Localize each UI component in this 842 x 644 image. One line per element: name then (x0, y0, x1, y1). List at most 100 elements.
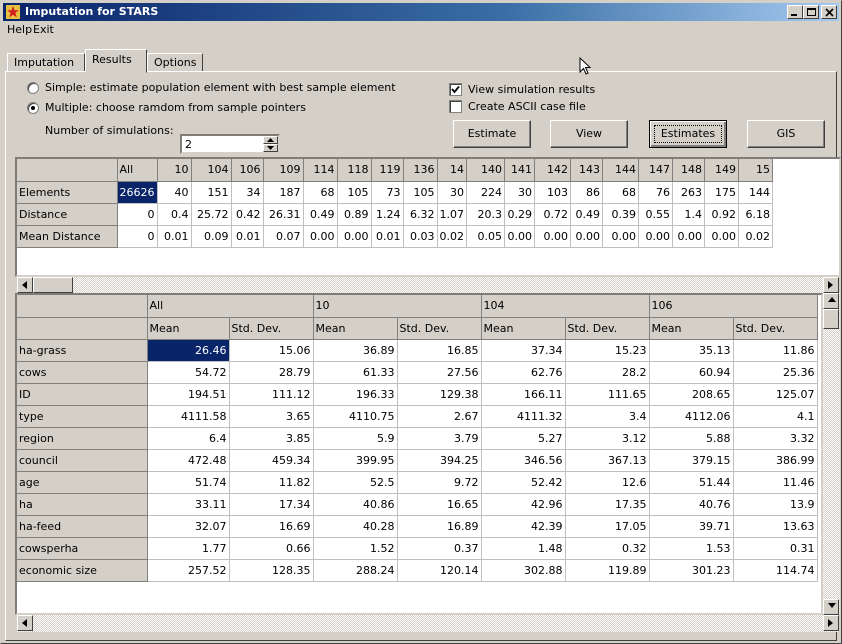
data-cell[interactable]: 1.07 (437, 203, 467, 226)
data-cell[interactable]: 28.79 (229, 361, 314, 384)
data-cell[interactable]: 25.36 (733, 361, 818, 384)
data-cell[interactable]: 54.72 (147, 361, 230, 384)
data-cell[interactable]: 5.9 (313, 427, 398, 450)
data-cell[interactable]: 28.2 (565, 361, 650, 384)
vertical-scroll-thumb[interactable] (823, 309, 839, 329)
data-cell[interactable]: 34 (231, 181, 264, 204)
data-cell[interactable]: 76 (638, 181, 673, 204)
data-cell[interactable]: 51.44 (649, 471, 734, 494)
scroll-right-icon[interactable] (823, 277, 839, 293)
data-cell[interactable]: 0.31 (733, 537, 818, 560)
column-header[interactable]: Mean (147, 317, 230, 340)
column-header[interactable]: Std. Dev. (733, 317, 818, 340)
data-cell[interactable]: 0.00 (303, 225, 338, 248)
scroll-left-icon[interactable] (17, 615, 33, 631)
data-cell[interactable]: 11.86 (733, 339, 818, 362)
data-cell[interactable]: 0.89 (337, 203, 372, 226)
data-cell[interactable]: 1.52 (313, 537, 398, 560)
data-cell[interactable]: 16.89 (397, 515, 482, 538)
data-cell[interactable]: 20.3 (466, 203, 505, 226)
data-cell[interactable]: 0.00 (504, 225, 535, 248)
data-cell[interactable]: 346.56 (481, 449, 566, 472)
group-header[interactable]: All (147, 295, 314, 318)
data-cell[interactable]: 36.89 (313, 339, 398, 362)
data-cell[interactable]: 60.94 (649, 361, 734, 384)
data-cell[interactable]: 4112.06 (649, 405, 734, 428)
data-cell[interactable]: 111.12 (229, 383, 314, 406)
ascii-file-checkbox[interactable] (449, 100, 462, 113)
data-cell[interactable]: 73 (371, 181, 404, 204)
data-cell[interactable]: 263 (672, 181, 705, 204)
data-cell[interactable]: 17.05 (565, 515, 650, 538)
data-cell[interactable]: 0.55 (638, 203, 673, 226)
data-cell[interactable]: 3.4 (565, 405, 650, 428)
data-cell[interactable]: 26.46 (147, 339, 230, 362)
data-cell[interactable]: 208.65 (649, 383, 734, 406)
data-cell[interactable]: 301.23 (649, 559, 734, 582)
data-cell[interactable]: 459.34 (229, 449, 314, 472)
row-header[interactable]: cowsperha (17, 537, 148, 560)
data-cell[interactable]: 4111.32 (481, 405, 566, 428)
data-cell[interactable]: 0.00 (602, 225, 639, 248)
data-cell[interactable]: 472.48 (147, 449, 230, 472)
gis-button[interactable]: GIS (747, 120, 825, 148)
data-cell[interactable]: 30 (437, 181, 467, 204)
data-cell[interactable]: 302.88 (481, 559, 566, 582)
data-cell[interactable]: 0.72 (534, 203, 571, 226)
column-header[interactable]: 136 (403, 159, 438, 182)
group-header[interactable]: 104 (481, 295, 650, 318)
data-cell[interactable]: 3.85 (229, 427, 314, 450)
tab-options[interactable]: Options (147, 53, 203, 72)
data-cell[interactable]: 42.39 (481, 515, 566, 538)
data-cell[interactable]: 39.71 (649, 515, 734, 538)
corner-cell[interactable] (17, 159, 118, 182)
data-cell[interactable]: 288.24 (313, 559, 398, 582)
data-cell[interactable]: 4110.75 (313, 405, 398, 428)
statistics-horizontal-scrollbar[interactable] (17, 615, 839, 632)
row-header[interactable]: region (17, 427, 148, 450)
title-bar[interactable]: Imputation for STARS (3, 3, 839, 21)
group-header[interactable]: 106 (649, 295, 818, 318)
data-cell[interactable]: 2.67 (397, 405, 482, 428)
data-cell[interactable]: 68 (303, 181, 338, 204)
data-cell[interactable]: 11.82 (229, 471, 314, 494)
column-header[interactable]: 141 (504, 159, 535, 182)
scroll-right-icon[interactable] (823, 615, 839, 631)
row-header[interactable]: council (17, 449, 148, 472)
row-header[interactable]: Elements (17, 181, 118, 204)
data-cell[interactable]: 0.66 (229, 537, 314, 560)
data-cell[interactable]: 6.18 (738, 203, 773, 226)
menu-help[interactable]: Help (7, 23, 32, 36)
data-cell[interactable]: 6.4 (147, 427, 230, 450)
row-header[interactable]: ha-feed (17, 515, 148, 538)
row-header[interactable]: cows (17, 361, 148, 384)
data-cell[interactable]: 40.76 (649, 493, 734, 516)
data-cell[interactable]: 11.46 (733, 471, 818, 494)
view-simulation-checkbox[interactable] (449, 83, 462, 96)
estimate-button[interactable]: Estimate (453, 120, 531, 148)
data-cell[interactable]: 120.14 (397, 559, 482, 582)
spin-up-icon[interactable] (263, 136, 278, 144)
data-cell[interactable]: 0 (117, 225, 158, 248)
data-cell[interactable]: 0.02 (437, 225, 467, 248)
data-cell[interactable]: 42.96 (481, 493, 566, 516)
tab-imputation[interactable]: Imputation (7, 53, 85, 72)
data-cell[interactable]: 40.86 (313, 493, 398, 516)
column-header[interactable]: 140 (466, 159, 505, 182)
data-cell[interactable]: 15.23 (565, 339, 650, 362)
group-header[interactable]: 10 (313, 295, 482, 318)
column-header[interactable]: 104 (191, 159, 232, 182)
data-cell[interactable]: 0.29 (504, 203, 535, 226)
data-cell[interactable]: 0.01 (157, 225, 192, 248)
column-header[interactable]: 148 (672, 159, 705, 182)
data-cell[interactable]: 125.07 (733, 383, 818, 406)
data-cell[interactable]: 16.85 (397, 339, 482, 362)
data-cell[interactable]: 105 (337, 181, 372, 204)
column-header[interactable]: Mean (313, 317, 398, 340)
data-cell[interactable]: 129.38 (397, 383, 482, 406)
data-cell[interactable]: 4111.58 (147, 405, 230, 428)
data-cell[interactable]: 3.32 (733, 427, 818, 450)
data-cell[interactable]: 3.79 (397, 427, 482, 450)
scroll-thumb[interactable] (33, 277, 73, 293)
data-cell[interactable]: 26626 (117, 181, 158, 204)
